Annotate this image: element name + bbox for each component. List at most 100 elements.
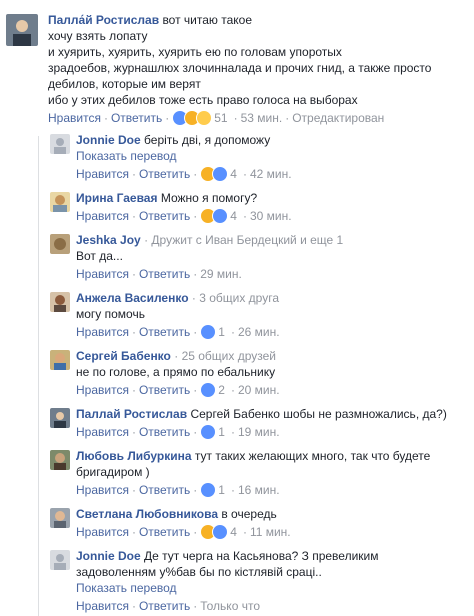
reply-button[interactable]: Ответить xyxy=(139,382,190,398)
comment-text: Де тут черга на Касьянова? З превеликим xyxy=(144,549,379,563)
timestamp[interactable]: 42 мин. xyxy=(250,166,292,182)
comment-line: и хуярить, хуярить, хуярить ею по голова… xyxy=(48,45,342,59)
dot-separator: · xyxy=(165,111,170,125)
timestamp[interactable]: 11 мин. xyxy=(250,524,291,540)
dot-separator: · xyxy=(131,267,136,281)
dot-separator: · xyxy=(230,425,235,439)
comment-line: бригадиром ) xyxy=(76,465,150,479)
mutual-friends[interactable]: 3 общих друга xyxy=(199,291,279,305)
dot-separator: · xyxy=(193,267,198,281)
avatar[interactable] xyxy=(50,234,70,254)
comment-text: Можно я помогу? xyxy=(160,191,258,205)
avatar[interactable] xyxy=(50,134,70,154)
timestamp[interactable]: 19 мин. xyxy=(238,424,280,440)
reactions[interactable]: 2 xyxy=(200,382,225,398)
avatar[interactable] xyxy=(50,192,70,212)
reaction-count: 51 xyxy=(214,111,228,125)
timestamp[interactable]: 20 мин. xyxy=(238,382,280,398)
like-button[interactable]: Нравится xyxy=(76,208,129,224)
mutual-friends[interactable]: 25 общих друзей xyxy=(182,349,276,363)
translate-link[interactable]: Показать перевод xyxy=(76,148,466,164)
like-reaction-icon xyxy=(200,324,217,340)
dot-separator: · xyxy=(193,425,198,439)
comment-text: тут таких желающих много, так что будете xyxy=(194,449,431,463)
comment-author[interactable]: Jonnie Doe xyxy=(76,133,141,147)
like-button[interactable]: Нравится xyxy=(76,266,129,282)
timestamp[interactable]: 29 мин. xyxy=(200,266,242,282)
dot-separator: · xyxy=(131,383,136,397)
timestamp[interactable]: 53 мин. xyxy=(241,110,283,126)
reactions[interactable]: 1 xyxy=(200,324,225,340)
comment-author[interactable]: Jonnie Doe xyxy=(76,549,141,563)
timestamp[interactable]: 30 мин. xyxy=(250,208,292,224)
mutual-friends[interactable]: Дружит с Иван Бердецкий и еще 1 xyxy=(151,233,343,247)
like-button[interactable]: Нравится xyxy=(76,524,129,540)
reactions[interactable]: 4 xyxy=(200,166,237,182)
comment-text: беріть дві, я допоможу xyxy=(144,133,271,147)
like-reaction-icon xyxy=(200,382,217,398)
reply-button[interactable]: Ответить xyxy=(139,266,190,282)
reply-button[interactable]: Ответить xyxy=(139,598,190,614)
timestamp[interactable]: Только что xyxy=(200,598,260,614)
comment-author[interactable]: Палла́й Ростислав xyxy=(48,13,159,27)
comment-author[interactable]: Анжела Василенко xyxy=(76,291,189,305)
reaction-count: 2 xyxy=(218,383,225,397)
reactions[interactable]: 1 xyxy=(200,424,225,440)
comment-line: Вот да... xyxy=(76,249,123,263)
dot-separator: · xyxy=(193,383,198,397)
reactions[interactable]: 4 xyxy=(200,208,237,224)
reactions[interactable]: 1 xyxy=(200,482,225,498)
comment-author[interactable]: Сергей Бабенко xyxy=(76,349,171,363)
dot-separator: · xyxy=(193,325,198,339)
dot-separator: · xyxy=(193,483,198,497)
translate-link[interactable]: Показать перевод xyxy=(76,580,466,596)
like-button[interactable]: Нравится xyxy=(48,110,101,126)
comment-author[interactable]: Паллай Ростислав xyxy=(76,407,187,421)
dot-separator: · xyxy=(131,525,136,539)
comment-line: могу помочь xyxy=(76,307,145,321)
avatar[interactable] xyxy=(50,550,70,570)
reactions[interactable]: 4 xyxy=(200,524,237,540)
reactions[interactable]: 51 xyxy=(172,110,228,126)
avatar[interactable] xyxy=(50,292,70,312)
comment-author[interactable]: Любовь Либуркина xyxy=(76,449,192,463)
timestamp[interactable]: 16 мин. xyxy=(238,482,280,498)
like-reaction-icon xyxy=(200,424,217,440)
like-button[interactable]: Нравится xyxy=(76,424,129,440)
reaction-count: 1 xyxy=(218,325,225,339)
dot-separator: · xyxy=(242,525,247,539)
avatar[interactable] xyxy=(50,508,70,528)
like-button[interactable]: Нравится xyxy=(76,324,129,340)
dot-separator: · xyxy=(193,599,198,613)
comment-text: вот читаю такое xyxy=(162,13,253,27)
avatar[interactable] xyxy=(50,408,70,428)
dot-separator: · xyxy=(193,525,198,539)
edited-label: Отредактирован xyxy=(292,111,385,125)
dot-separator: · xyxy=(103,111,108,125)
dot-separator: · xyxy=(131,167,136,181)
dot-separator: · xyxy=(193,167,198,181)
avatar[interactable] xyxy=(50,450,70,470)
reply-button[interactable]: Ответить xyxy=(139,482,190,498)
dot-separator: · xyxy=(131,599,136,613)
reply-button[interactable]: Ответить xyxy=(139,166,190,182)
reply-button[interactable]: Ответить xyxy=(139,524,190,540)
comment-author[interactable]: Ирина Гаевая xyxy=(76,191,157,205)
reply-button[interactable]: Ответить xyxy=(139,424,190,440)
comment-author[interactable]: Jeshka Joy xyxy=(76,233,141,247)
avatar[interactable] xyxy=(6,14,38,46)
like-button[interactable]: Нравится xyxy=(76,166,129,182)
like-button[interactable]: Нравится xyxy=(76,598,129,614)
timestamp[interactable]: 26 мин. xyxy=(238,324,280,340)
thread-line xyxy=(38,136,39,616)
comment-author[interactable]: Светлана Любовникова xyxy=(76,507,218,521)
comment-text: в очередь xyxy=(221,507,277,521)
avatar[interactable] xyxy=(50,350,70,370)
like-button[interactable]: Нравится xyxy=(76,482,129,498)
like-reaction-icon xyxy=(212,524,229,540)
reaction-count: 1 xyxy=(218,483,225,497)
like-button[interactable]: Нравится xyxy=(76,382,129,398)
reply-button[interactable]: Ответить xyxy=(139,208,190,224)
reply-button[interactable]: Ответить xyxy=(139,324,190,340)
reply-button[interactable]: Ответить xyxy=(111,110,162,126)
